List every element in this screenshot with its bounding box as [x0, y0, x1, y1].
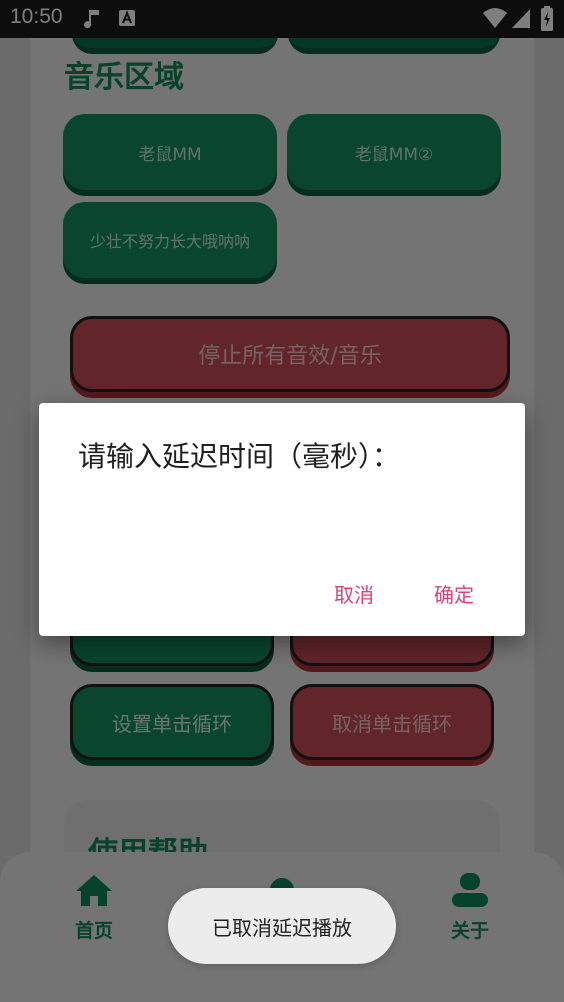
delay-input-dialog: 请输入延迟时间（毫秒）： 取消 确定 — [39, 403, 525, 636]
toast-message: 已取消延迟播放 — [168, 888, 396, 964]
dialog-confirm-button[interactable]: 确定 — [434, 579, 474, 608]
dialog-title: 请输入延迟时间（毫秒）： — [78, 440, 401, 473]
dialog-cancel-button[interactable]: 取消 — [334, 579, 374, 608]
